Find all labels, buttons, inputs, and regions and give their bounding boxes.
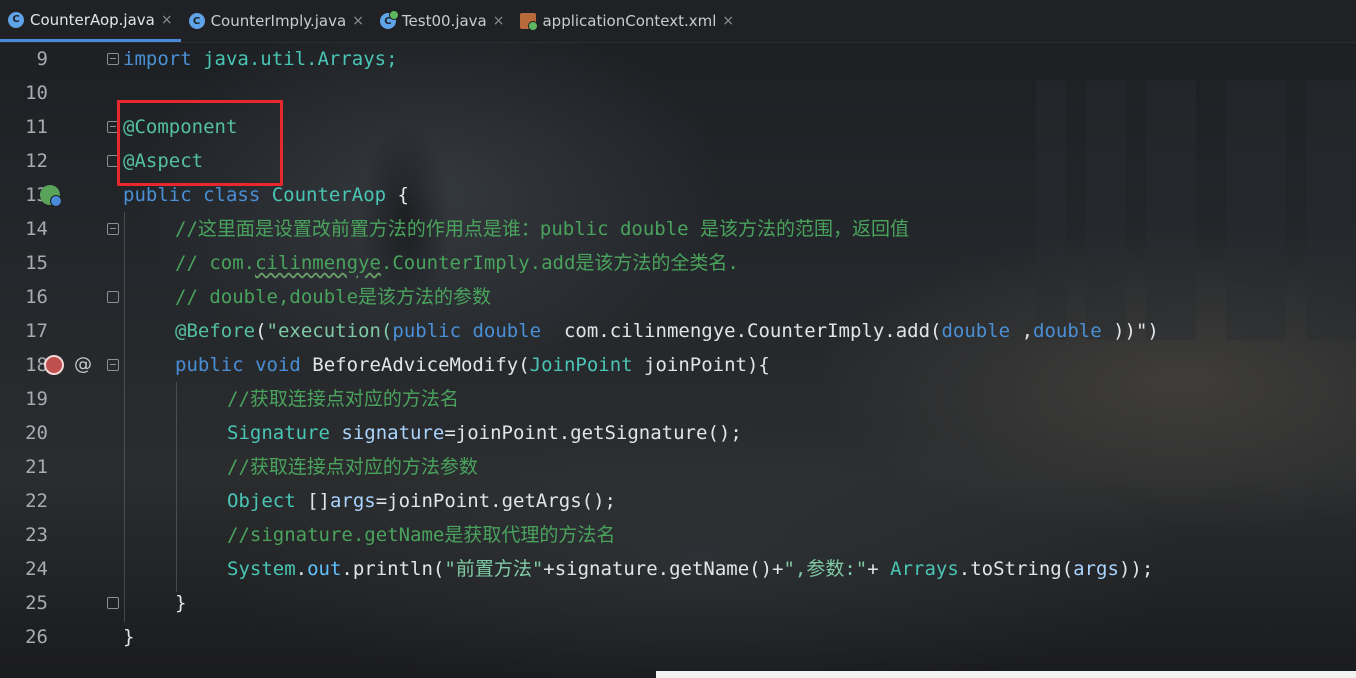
- line-number: 18: [25, 354, 48, 376]
- line-number: 19: [25, 388, 48, 410]
- line-number: 14: [25, 218, 48, 240]
- code-line-19: //获取连接点对应的方法名: [227, 388, 459, 410]
- tab-test00[interactable]: C Test00.java ×: [372, 0, 513, 42]
- annotation-at-icon[interactable]: @: [74, 348, 92, 382]
- line-number: 16: [25, 286, 48, 308]
- code-line-23: //signature.getName是获取代理的方法名: [227, 524, 616, 546]
- tab-label: CounterAop.java: [30, 10, 155, 29]
- tab-label: Test00.java: [401, 12, 487, 30]
- line-number: 23: [25, 524, 48, 546]
- code-line-20: Signature signature=joinPoint.getSignatu…: [227, 422, 742, 444]
- spring-bean-icon[interactable]: [40, 185, 62, 207]
- tab-counteraop[interactable]: C CounterAop.java ×: [0, 0, 181, 42]
- tab-applicationcontext[interactable]: applicationContext.xml ×: [512, 0, 742, 42]
- close-icon[interactable]: ×: [352, 13, 364, 29]
- java-class-icon: C: [8, 11, 24, 28]
- tab-counterimply[interactable]: C CounterImply.java ×: [181, 0, 372, 42]
- java-class-icon: C: [188, 13, 205, 29]
- line-number: 22: [25, 490, 48, 512]
- code-line-9: import java.util.Arrays;: [123, 48, 398, 70]
- line-number: 11: [25, 116, 48, 138]
- line-number: 26: [25, 626, 48, 648]
- indent-guide: [124, 212, 125, 622]
- fold-marker-icon[interactable]: [107, 53, 119, 65]
- line-number: 17: [25, 320, 48, 342]
- xml-file-icon: [520, 13, 539, 31]
- close-icon[interactable]: ×: [493, 13, 505, 29]
- line-number: 9: [36, 48, 48, 70]
- line-number: 15: [25, 252, 48, 274]
- aspect-advice-icon[interactable]: [44, 355, 64, 375]
- line-number: 24: [25, 558, 48, 580]
- code-line-14: //这里面是设置改前置方法的作用点是谁：public double 是该方法的范…: [175, 218, 910, 240]
- code-line-21: //获取连接点对应的方法参数: [227, 456, 478, 478]
- code-line-26: }: [123, 626, 135, 648]
- annotation-highlight-box: [117, 100, 283, 186]
- line-number: 10: [25, 82, 48, 104]
- line-number: 12: [25, 150, 48, 172]
- fold-marker-icon[interactable]: [107, 291, 119, 303]
- code-line-22: Object []args=joinPoint.getArgs();: [227, 490, 616, 512]
- indent-guide: [176, 382, 177, 592]
- tab-label: CounterImply.java: [210, 12, 347, 30]
- close-icon[interactable]: ×: [722, 13, 734, 29]
- code-line-17: @Before("execution(public double com.cil…: [175, 320, 1159, 342]
- code-editor[interactable]: 9 10 11 12 13 14 15 16 17 18 19 20 21 22…: [0, 42, 1356, 678]
- code-line-24: System.out.println("前置方法"+signature.getN…: [227, 558, 1154, 580]
- code-line-15: // com.cilinmengye.CounterImply.add是该方法的…: [175, 252, 739, 274]
- close-icon[interactable]: ×: [161, 12, 173, 28]
- line-number: 20: [25, 422, 48, 444]
- tab-label: applicationContext.xml: [542, 12, 717, 30]
- code-line-25: }: [175, 592, 187, 614]
- fold-marker-icon[interactable]: [107, 223, 119, 235]
- fold-marker-icon[interactable]: [107, 597, 119, 609]
- code-line-16: // double,double是该方法的参数: [175, 286, 492, 308]
- code-line-18: public void BeforeAdviceModify(JoinPoint…: [175, 354, 770, 376]
- editor-tab-bar: C CounterAop.java × C CounterImply.java …: [0, 0, 1356, 43]
- java-test-class-icon: C: [379, 10, 399, 29]
- line-number: 25: [25, 592, 48, 614]
- line-number: 21: [25, 456, 48, 478]
- fold-marker-icon[interactable]: [107, 359, 119, 371]
- bottom-overlay-strip: [656, 671, 1356, 678]
